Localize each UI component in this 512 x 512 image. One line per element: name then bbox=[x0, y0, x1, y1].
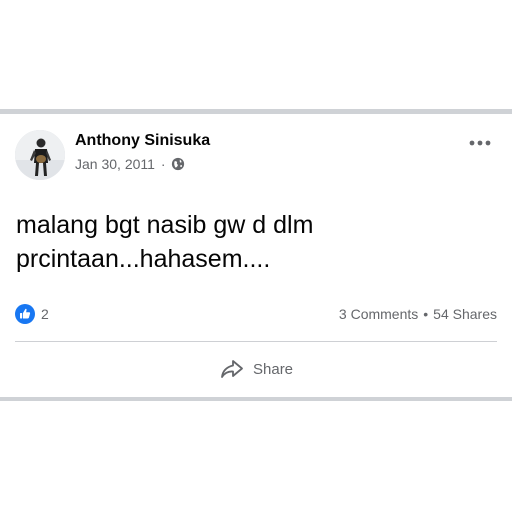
share-icon bbox=[219, 356, 245, 382]
post-card: Anthony Sinisuka Jan 30, 2011 · malang b… bbox=[0, 114, 512, 397]
engagement-stats: 3 Comments • 54 Shares bbox=[339, 306, 497, 322]
share-button[interactable]: Share bbox=[219, 356, 293, 382]
share-label: Share bbox=[253, 360, 294, 378]
meta-separator: · bbox=[160, 156, 166, 172]
avatar[interactable] bbox=[15, 130, 65, 180]
like-icon bbox=[15, 304, 35, 324]
feed-divider-bottom bbox=[0, 397, 512, 401]
stats-separator: • bbox=[423, 306, 429, 322]
shares-count[interactable]: 54 Shares bbox=[433, 306, 497, 322]
actions-divider bbox=[15, 341, 497, 342]
post-meta: Jan 30, 2011 · bbox=[75, 156, 185, 172]
comments-count[interactable]: 3 Comments bbox=[339, 306, 418, 322]
globe-icon[interactable] bbox=[171, 157, 185, 171]
reaction-summary[interactable]: 2 bbox=[15, 304, 49, 324]
author-name[interactable]: Anthony Sinisuka bbox=[75, 132, 210, 150]
reaction-count: 2 bbox=[41, 306, 49, 322]
post-date[interactable]: Jan 30, 2011 bbox=[75, 156, 155, 172]
post-message: malang bgt nasib gw d dlm prcintaan...ha… bbox=[16, 211, 314, 273]
more-options-icon[interactable] bbox=[469, 134, 491, 146]
